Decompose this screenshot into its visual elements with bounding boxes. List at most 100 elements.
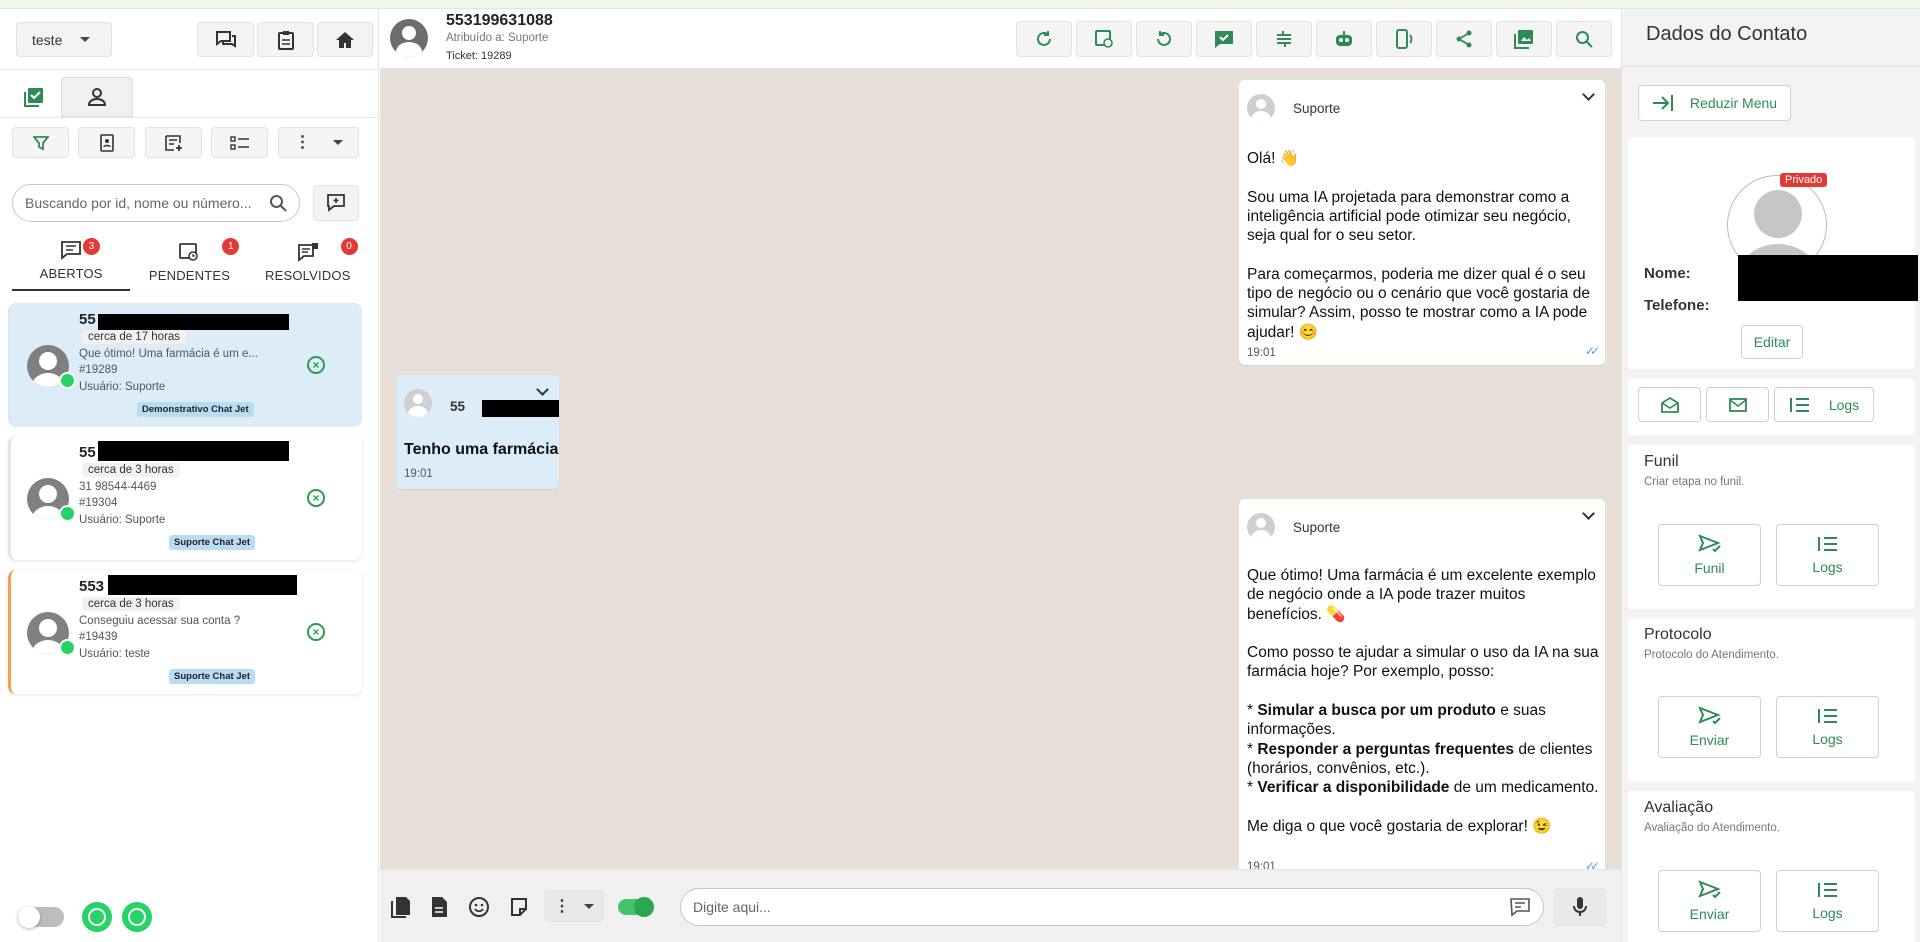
tab-resolvidos[interactable]: 0 RESOLVIDOS	[249, 231, 367, 291]
send-check-icon	[1697, 880, 1721, 899]
note-add-icon	[164, 134, 182, 151]
tab-badge: 3	[83, 238, 100, 255]
ticket-time: cerca de 3 horas	[82, 463, 180, 477]
quick-reply-icon[interactable]	[1509, 897, 1531, 917]
emoji-button[interactable]	[466, 894, 492, 920]
protocol-logs-button[interactable]: Logs	[1776, 696, 1879, 758]
chevron-down-icon[interactable]	[536, 383, 549, 396]
pending-icon	[179, 243, 199, 261]
ticket-user: Usuário: Suporte	[79, 514, 166, 526]
edit-contact-button[interactable]: Editar	[1741, 325, 1803, 359]
section-subtitle: Avaliação do Atendimento.	[1644, 822, 1780, 834]
search-input[interactable]	[25, 195, 269, 211]
redacted-block	[1738, 255, 1918, 301]
tab-abertos[interactable]: 3 ABERTOS	[12, 231, 131, 291]
whatsapp-connection-icon[interactable]	[122, 902, 152, 932]
close-ticket-icon[interactable]: ×	[307, 623, 325, 641]
robot-icon	[1336, 31, 1352, 46]
media-button[interactable]	[1496, 21, 1552, 57]
more-actions-button[interactable]: ⋮	[544, 890, 604, 922]
logs-list-icon	[1817, 537, 1837, 551]
ticket-item[interactable]: 55 cerca de 3 horas 31 98544-4469 #19304…	[8, 436, 362, 560]
open-mail-button[interactable]	[1638, 387, 1701, 422]
ticket-item[interactable]: 55 cerca de 17 horas Que ótimo! Uma farm…	[8, 303, 362, 427]
home-icon	[336, 31, 354, 48]
ticket-preview: Conseguiu acessar sua conta ?	[79, 615, 241, 627]
call-button[interactable]	[1376, 21, 1432, 57]
clipboard-icon	[277, 30, 294, 50]
chats-button[interactable]	[197, 22, 254, 57]
emoji-icon	[469, 897, 489, 917]
attach-document-button[interactable]	[388, 894, 414, 920]
documents-icon	[391, 897, 410, 918]
list-view-button[interactable]	[211, 127, 268, 158]
new-note-button[interactable]	[145, 127, 202, 158]
close-ticket-icon[interactable]: ×	[307, 489, 325, 507]
share-icon	[1456, 30, 1472, 48]
chevron-down-icon	[80, 37, 91, 42]
clipboard-button[interactable]	[257, 22, 314, 57]
section-subtitle: Protocolo do Atendimento.	[1644, 649, 1779, 661]
message-sender: Suporte	[1293, 101, 1341, 116]
app: teste ⋮ Buscando por id, nome ou número.…	[0, 0, 1920, 942]
mail-open-icon	[1660, 396, 1679, 413]
ticket-preview: Que ótimo! Uma farmácia é um e...	[79, 348, 258, 360]
chevron-down-icon[interactable]	[1582, 507, 1595, 520]
home-button[interactable]	[317, 22, 373, 57]
divider	[0, 117, 379, 118]
composer: ⋮	[380, 869, 1621, 942]
send-rating-button[interactable]: Enviar	[1658, 870, 1761, 932]
ticket-item[interactable]: 553 cerca de 3 horas Conseguiu acessar s…	[8, 570, 362, 694]
new-chat-button[interactable]	[313, 185, 359, 221]
funnel-logs-button[interactable]: Logs	[1776, 524, 1879, 586]
filter-button[interactable]	[12, 127, 69, 158]
chevron-down-icon[interactable]	[1582, 88, 1595, 101]
actions-card: Logs	[1628, 379, 1915, 435]
schedule-button[interactable]	[1076, 21, 1132, 57]
logs-button[interactable]: Logs	[1774, 387, 1874, 422]
search-icon[interactable]	[269, 194, 287, 212]
funnel-button[interactable]: Funil	[1658, 524, 1761, 586]
share-button[interactable]	[1436, 21, 1492, 57]
queue-select[interactable]: teste	[16, 22, 112, 57]
rating-logs-button[interactable]: Logs	[1776, 870, 1879, 932]
reduce-menu-button[interactable]: Reduzir Menu	[1638, 85, 1791, 121]
attach-file-button[interactable]	[426, 894, 452, 920]
whatsapp-icon	[59, 505, 76, 522]
bot-button[interactable]	[1316, 21, 1372, 57]
send-protocol-button[interactable]: Enviar	[1658, 696, 1761, 758]
contacts-button[interactable]	[78, 127, 135, 158]
tab-checklist[interactable]	[14, 77, 54, 117]
ticket-id: #19439	[79, 631, 118, 643]
chat-header: 553199631088 Atribuído a: Suporte Ticket…	[380, 9, 1621, 69]
section-subtitle: Criar etapa no funil.	[1644, 476, 1745, 488]
sticker-button[interactable]	[506, 894, 532, 920]
message-input[interactable]	[693, 899, 1509, 915]
logs-label: Logs	[1812, 905, 1843, 921]
whatsapp-icon	[59, 639, 76, 656]
more-options-button[interactable]: ⋮	[278, 127, 359, 158]
mail-button[interactable]	[1706, 387, 1769, 422]
transfer-button[interactable]	[1256, 21, 1312, 57]
signature-toggle[interactable]	[618, 897, 654, 917]
return-button[interactable]	[1136, 21, 1192, 57]
refresh-button[interactable]	[1016, 21, 1072, 57]
logs-list-icon	[1817, 709, 1837, 723]
message-time: 19:01	[404, 468, 433, 480]
phone-label: Telefone:	[1644, 297, 1710, 314]
search-messages-button[interactable]	[1556, 21, 1612, 57]
close-ticket-icon[interactable]: ×	[307, 356, 325, 374]
queue-tag: Demonstrativo Chat Jet	[137, 402, 254, 417]
theme-toggle[interactable]	[18, 906, 64, 928]
chat-add-icon	[327, 194, 345, 212]
resolved-chat-icon	[297, 243, 318, 262]
message-incoming: 55 Tenho uma farmácia 19:01	[396, 375, 559, 489]
tab-my-tickets[interactable]	[61, 77, 133, 117]
record-audio-button[interactable]	[1554, 888, 1606, 926]
resolve-button[interactable]	[1196, 21, 1252, 57]
whatsapp-connection-icon[interactable]	[82, 902, 112, 932]
filter-icon	[32, 135, 49, 150]
tab-pendentes[interactable]: 1 PENDENTES	[130, 231, 248, 291]
whatsapp-icon	[59, 372, 76, 389]
contact-avatar	[390, 19, 428, 57]
